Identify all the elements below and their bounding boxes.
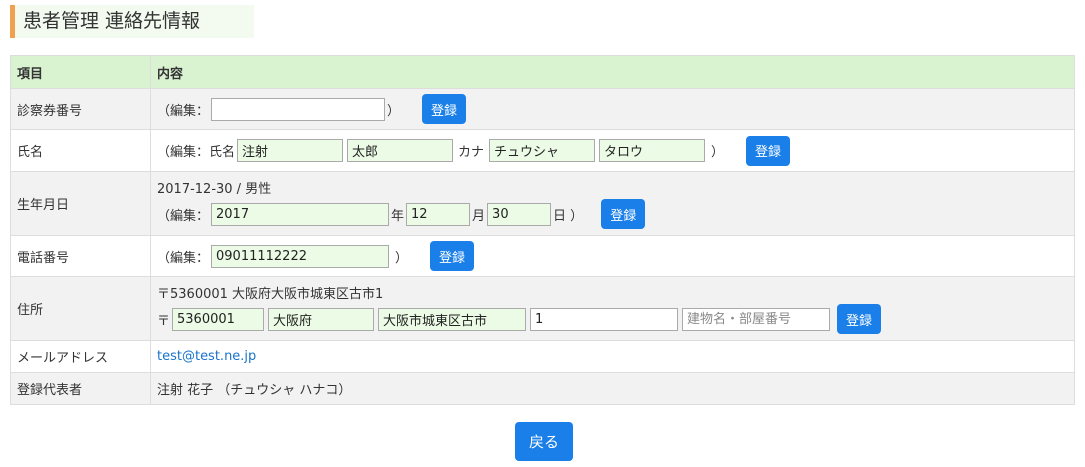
email-link[interactable]: test@test.ne.jp [157, 349, 256, 364]
edit-close-text: ） [711, 145, 725, 160]
page-title: 患者管理 連絡先情報 [10, 5, 254, 38]
contact-info-table: 項目 内容 診察券番号 （編集： ） 登録 氏名 （編集：氏名 カナ ） [10, 55, 1075, 405]
birthdate-summary: 2017-12-30 / 男性 [157, 182, 272, 197]
header-item: 項目 [10, 55, 151, 89]
row-content-address: 〒5360001 大阪府大阪市城東区古市1 〒 登録 [150, 276, 1075, 341]
phone-input[interactable] [211, 244, 390, 268]
edit-close-text: ） [387, 103, 401, 119]
row-label-card-number: 診察券番号 [10, 88, 151, 130]
birth-year-input[interactable] [211, 202, 390, 226]
back-button[interactable]: 戻る [515, 422, 573, 461]
day-unit: 日 ） [553, 208, 584, 224]
table-row-address: 住所 〒5360001 大阪府大阪市城東区古市1 〒 登録 [10, 276, 1075, 341]
year-unit: 年 [391, 208, 405, 224]
first-name-input[interactable] [347, 139, 454, 162]
register-card-number-button[interactable]: 登録 [422, 94, 467, 124]
birth-day-input[interactable] [487, 202, 552, 226]
edit-close-text: ） [395, 250, 409, 266]
row-label-email: メールアドレス [10, 340, 151, 373]
edit-open-text: （編集：氏名 [157, 145, 236, 160]
row-content-email: test@test.ne.jp [150, 340, 1075, 373]
kana-label: カナ [458, 145, 485, 160]
row-label-birthdate: 生年月日 [10, 171, 151, 236]
register-phone-button[interactable]: 登録 [430, 241, 475, 271]
address-summary: 〒5360001 大阪府大阪市城東区古市1 [157, 287, 384, 302]
card-number-input[interactable] [211, 97, 386, 121]
birth-month-input[interactable] [406, 202, 471, 226]
last-name-input[interactable] [237, 139, 344, 162]
table-row-birthdate: 生年月日 2017-12-30 / 男性 （編集： 年 月 日 ） 登録 [10, 171, 1075, 236]
header-content: 内容 [150, 55, 1075, 89]
edit-open-text: （編集： [157, 208, 210, 224]
row-content-card-number: （編集： ） 登録 [150, 88, 1075, 130]
prefecture-input[interactable] [268, 307, 375, 331]
register-birthdate-button[interactable]: 登録 [601, 199, 646, 229]
row-content-name: （編集：氏名 カナ ） 登録 [150, 129, 1075, 172]
edit-open-text: （編集： [157, 103, 210, 119]
register-name-button[interactable]: 登録 [746, 135, 791, 166]
last-name-kana-input[interactable] [489, 139, 596, 162]
first-name-kana-input[interactable] [599, 139, 706, 162]
street-input[interactable] [530, 307, 679, 331]
row-label-phone: 電話番号 [10, 235, 151, 277]
table-row-email: メールアドレス test@test.ne.jp [10, 340, 1075, 373]
city-input[interactable] [378, 307, 527, 331]
edit-open-text: （編集： [157, 250, 210, 266]
table-header-row: 項目 内容 [10, 55, 1075, 89]
building-input[interactable] [682, 307, 831, 331]
postal-mark: 〒 [157, 313, 171, 329]
table-row-phone: 電話番号 （編集： ） 登録 [10, 235, 1075, 277]
postal-code-input[interactable] [172, 307, 265, 331]
row-content-phone: （編集： ） 登録 [150, 235, 1075, 277]
table-row-representative: 登録代表者 注射 花子 （チュウシャ ハナコ） [10, 372, 1075, 405]
month-unit: 月 [472, 208, 486, 224]
row-label-name: 氏名 [10, 129, 151, 172]
table-row-card-number: 診察券番号 （編集： ） 登録 [10, 88, 1075, 130]
representative-value: 注射 花子 （チュウシャ ハナコ） [150, 372, 1075, 405]
table-row-name: 氏名 （編集：氏名 カナ ） 登録 [10, 129, 1075, 172]
row-label-address: 住所 [10, 276, 151, 341]
row-content-birthdate: 2017-12-30 / 男性 （編集： 年 月 日 ） 登録 [150, 171, 1075, 236]
row-label-representative: 登録代表者 [10, 372, 151, 405]
register-address-button[interactable]: 登録 [837, 304, 882, 334]
